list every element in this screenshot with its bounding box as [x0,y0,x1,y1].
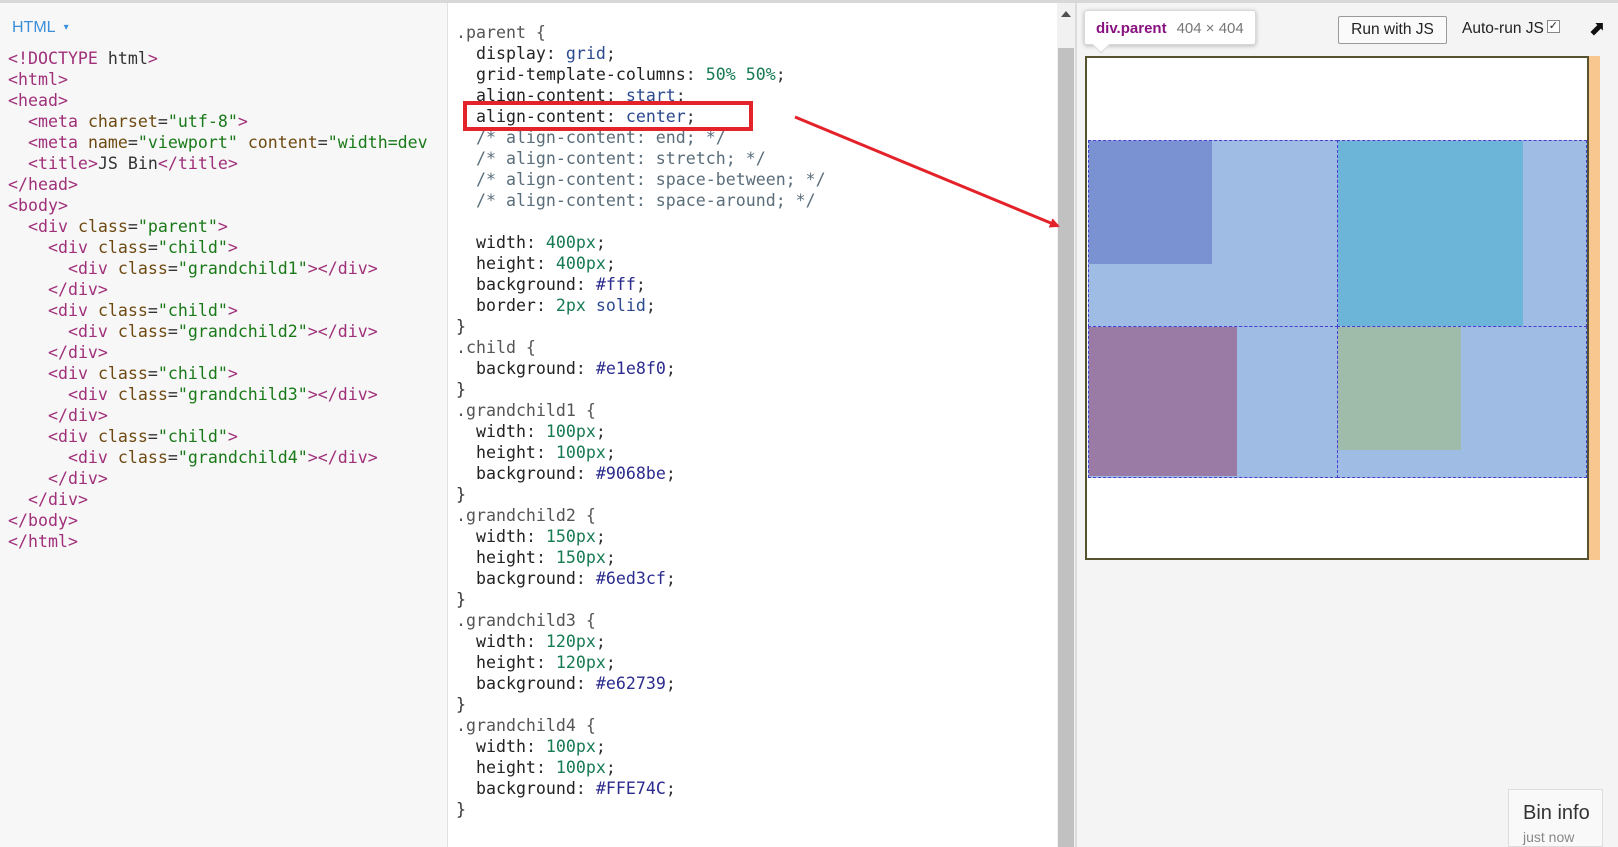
css-code-line[interactable]: height: 150px; [456,547,1046,568]
html-code-line[interactable]: <head> [8,90,448,111]
css-code-line[interactable]: height: 100px; [456,757,1046,778]
inspect-selector: div.parent [1096,20,1167,37]
css-code-line[interactable]: height: 120px; [456,652,1046,673]
html-code-line[interactable]: <div class="grandchild4"></div> [8,447,448,468]
css-code-line[interactable]: .grandchild3 { [456,610,1046,631]
html-code-line[interactable]: </div> [8,405,448,426]
css-code-line[interactable]: border: 2px solid; [456,295,1046,316]
html-code-line[interactable]: <div class="parent"> [8,216,448,237]
css-code-line[interactable] [456,211,1046,232]
bin-info-button[interactable]: Bin info just now [1508,789,1603,847]
grandchild3-box [1089,327,1237,476]
css-code-line[interactable]: .grandchild2 { [456,505,1046,526]
css-code-line[interactable]: background: #e62739; [456,673,1046,694]
html-code-line[interactable]: <div class="child"> [8,237,448,258]
html-code-line[interactable]: </head> [8,174,448,195]
inspect-tooltip: div.parent 404 × 404 [1084,10,1256,54]
css-scrollbar[interactable] [1057,3,1075,847]
css-code-line[interactable]: } [456,799,1046,820]
html-code-line[interactable]: <meta charset="utf-8"> [8,111,448,132]
css-code-line[interactable]: background: #6ed3cf; [456,568,1046,589]
css-code-line[interactable]: height: 100px; [456,442,1046,463]
html-code-editor[interactable]: <!DOCTYPE html> <html> <head> <meta charse… [8,48,448,552]
html-code-line[interactable]: <div class="child"> [8,426,448,447]
css-code-line[interactable]: } [456,316,1046,337]
scrollbar-thumb[interactable] [1058,48,1074,847]
css-code-line[interactable]: width: 150px; [456,526,1046,547]
css-code-line[interactable]: } [456,694,1046,715]
css-code-line[interactable]: background: #e1e8f0; [456,358,1046,379]
css-code-line[interactable]: /* align-content: stretch; */ [456,148,1046,169]
html-code-line[interactable]: <div class="grandchild2"></div> [8,321,448,342]
css-code-line[interactable]: /* align-content: space-around; */ [456,190,1046,211]
html-code-line[interactable]: </div> [8,342,448,363]
html-code-line[interactable]: <div class="grandchild3"></div> [8,384,448,405]
scroll-up-arrow-icon[interactable] [1061,11,1071,17]
css-code-line[interactable]: /* align-content: space-between; */ [456,169,1046,190]
highlight-annotation-box [463,101,753,131]
auto-run-js-toggle[interactable]: Auto-run JS ✓ [1462,20,1560,38]
css-code-line[interactable]: grid-template-columns: 50% 50%; [456,64,1046,85]
html-code-line[interactable]: <html> [8,69,448,90]
html-code-line[interactable]: </div> [8,468,448,489]
html-code-line[interactable]: <div class="child"> [8,300,448,321]
html-code-line[interactable]: <!DOCTYPE html> [8,48,448,69]
html-code-line[interactable]: </body> [8,510,448,531]
html-code-line[interactable]: <div class="child"> [8,363,448,384]
css-code-line[interactable]: } [456,589,1046,610]
bin-info-timestamp: just now [1523,829,1575,845]
css-code-line[interactable]: width: 100px; [456,421,1046,442]
css-code-line[interactable]: background: #fff; [456,274,1046,295]
css-code-line[interactable]: width: 100px; [456,736,1046,757]
grid-overlay [1088,140,1587,478]
css-code-line[interactable]: .grandchild4 { [456,715,1046,736]
grandchild4-box [1338,327,1461,450]
html-code-line[interactable]: <meta name="viewport" content="width=dev [8,132,448,153]
css-code-line[interactable]: display: grid; [456,43,1046,64]
css-code-editor[interactable]: .parent { display: grid; grid-template-c… [456,22,1046,820]
inspect-dimensions: 404 × 404 [1176,20,1244,37]
run-with-js-button[interactable]: Run with JS [1338,16,1447,44]
css-code-line[interactable]: .child { [456,337,1046,358]
css-code-line[interactable]: .grandchild1 { [456,400,1046,421]
css-code-line[interactable]: .parent { [456,22,1046,43]
css-code-line[interactable]: width: 400px; [456,232,1046,253]
css-code-line[interactable]: } [456,379,1046,400]
html-panel-title-label: HTML [12,19,56,36]
chevron-down-icon: ▾ [63,22,69,33]
html-code-line[interactable]: </div> [8,279,448,300]
bin-info-title: Bin info [1523,802,1590,824]
auto-run-js-label: Auto-run JS [1462,20,1544,37]
html-code-line[interactable]: <div class="grandchild1"></div> [8,258,448,279]
css-code-line[interactable]: } [456,484,1046,505]
css-code-line[interactable]: background: #FFE74C; [456,778,1046,799]
popout-icon[interactable]: ⬈ [1588,16,1605,40]
css-code-line[interactable]: width: 120px; [456,631,1046,652]
html-code-line[interactable]: <body> [8,195,448,216]
auto-run-checkbox[interactable]: ✓ [1546,20,1560,33]
html-panel-title[interactable]: HTML ▾ [12,19,69,37]
html-code-line[interactable]: </html> [8,531,448,552]
grandchild1-box [1089,141,1212,264]
css-code-line[interactable]: height: 400px; [456,253,1046,274]
css-code-line[interactable]: background: #9068be; [456,463,1046,484]
grandchild2-box [1338,141,1523,326]
html-code-line[interactable]: </div> [8,489,448,510]
html-code-line[interactable]: <title>JS Bin</title> [8,153,448,174]
